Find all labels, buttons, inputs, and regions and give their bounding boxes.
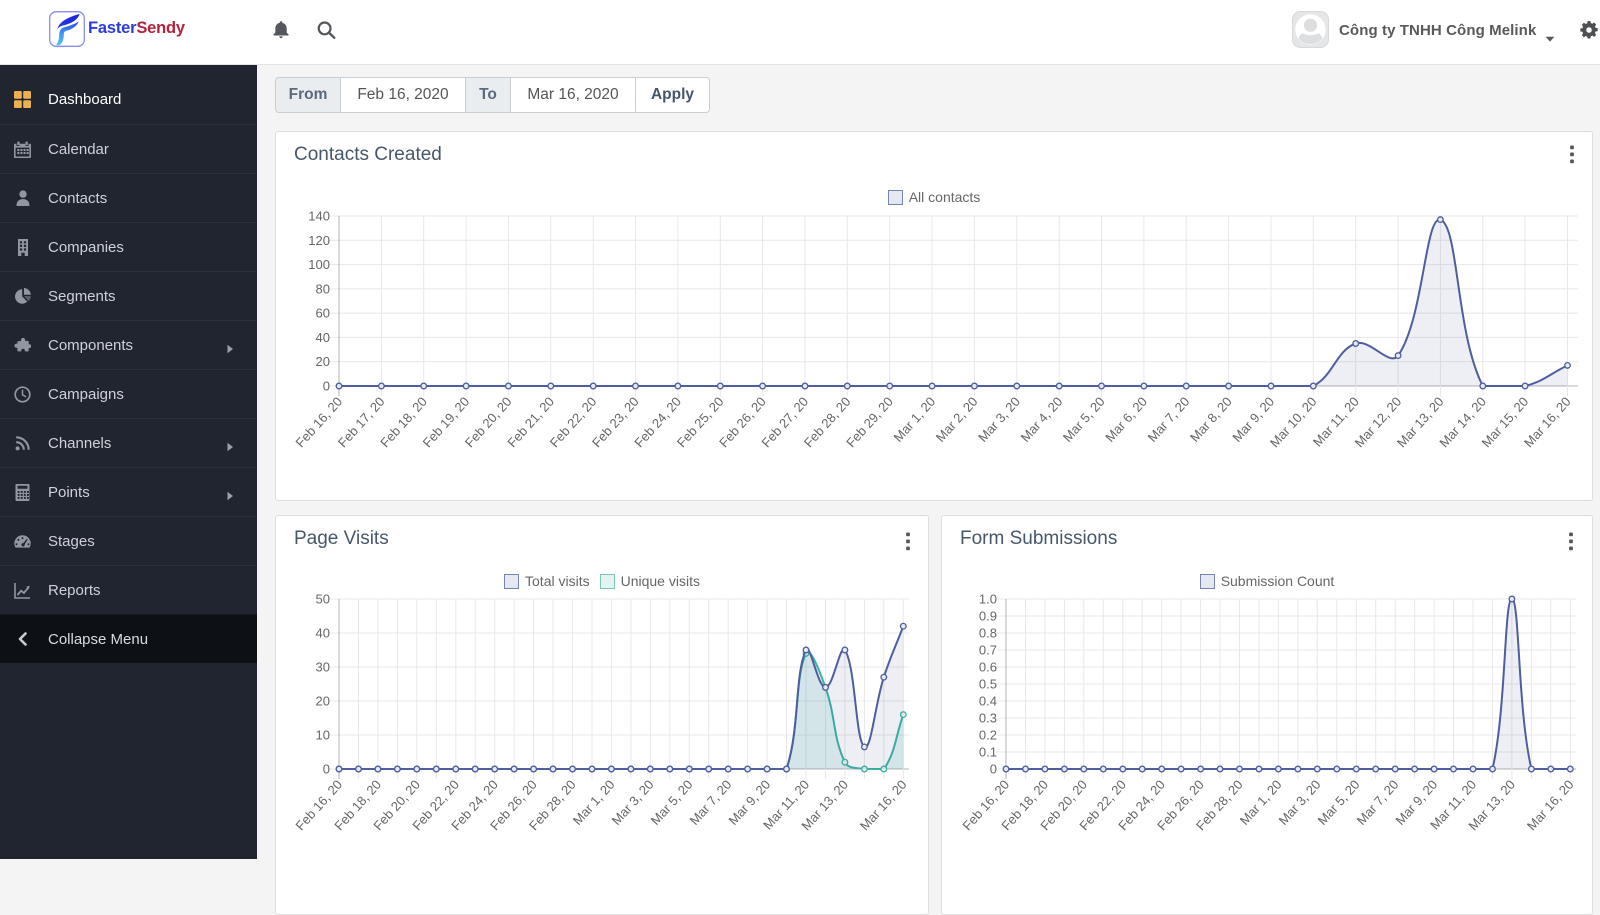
svg-text:0.8: 0.8 bbox=[979, 626, 997, 641]
svg-text:40: 40 bbox=[316, 330, 330, 345]
svg-text:30: 30 bbox=[316, 660, 330, 675]
svg-text:1.0: 1.0 bbox=[979, 592, 997, 607]
svg-text:0.1: 0.1 bbox=[979, 745, 997, 760]
svg-text:20: 20 bbox=[316, 354, 330, 369]
svg-text:120: 120 bbox=[308, 233, 330, 248]
svg-text:0.7: 0.7 bbox=[979, 643, 997, 658]
svg-text:0: 0 bbox=[323, 762, 330, 777]
svg-text:Mar 8, 20: Mar 8, 20 bbox=[1187, 394, 1235, 445]
svg-text:Mar 6, 20: Mar 6, 20 bbox=[1102, 394, 1150, 445]
svg-text:0.3: 0.3 bbox=[979, 711, 997, 726]
svg-text:10: 10 bbox=[316, 728, 330, 743]
svg-text:80: 80 bbox=[316, 281, 330, 296]
svg-text:Mar 4, 20: Mar 4, 20 bbox=[1018, 394, 1066, 445]
svg-text:Mar 16, 20: Mar 16, 20 bbox=[857, 777, 910, 833]
svg-text:140: 140 bbox=[308, 209, 330, 224]
svg-text:0.2: 0.2 bbox=[979, 728, 997, 743]
svg-text:Mar 16, 20: Mar 16, 20 bbox=[1524, 777, 1577, 833]
svg-text:0: 0 bbox=[323, 379, 330, 394]
svg-text:Mar 3, 20: Mar 3, 20 bbox=[975, 394, 1023, 445]
svg-text:Mar 5, 20: Mar 5, 20 bbox=[1060, 394, 1108, 445]
svg-text:Mar 7, 20: Mar 7, 20 bbox=[1145, 394, 1193, 445]
svg-text:0.9: 0.9 bbox=[979, 609, 997, 624]
svg-text:50: 50 bbox=[316, 592, 330, 607]
svg-text:100: 100 bbox=[308, 257, 330, 272]
svg-text:40: 40 bbox=[316, 626, 330, 641]
svg-text:0.4: 0.4 bbox=[979, 694, 997, 709]
svg-text:0.6: 0.6 bbox=[979, 660, 997, 675]
svg-text:Mar 1, 20: Mar 1, 20 bbox=[890, 394, 938, 445]
svg-text:60: 60 bbox=[316, 306, 330, 321]
svg-text:Mar 2, 20: Mar 2, 20 bbox=[933, 394, 981, 445]
svg-text:20: 20 bbox=[316, 694, 330, 709]
svg-text:0: 0 bbox=[990, 762, 997, 777]
svg-text:0.5: 0.5 bbox=[979, 677, 997, 692]
